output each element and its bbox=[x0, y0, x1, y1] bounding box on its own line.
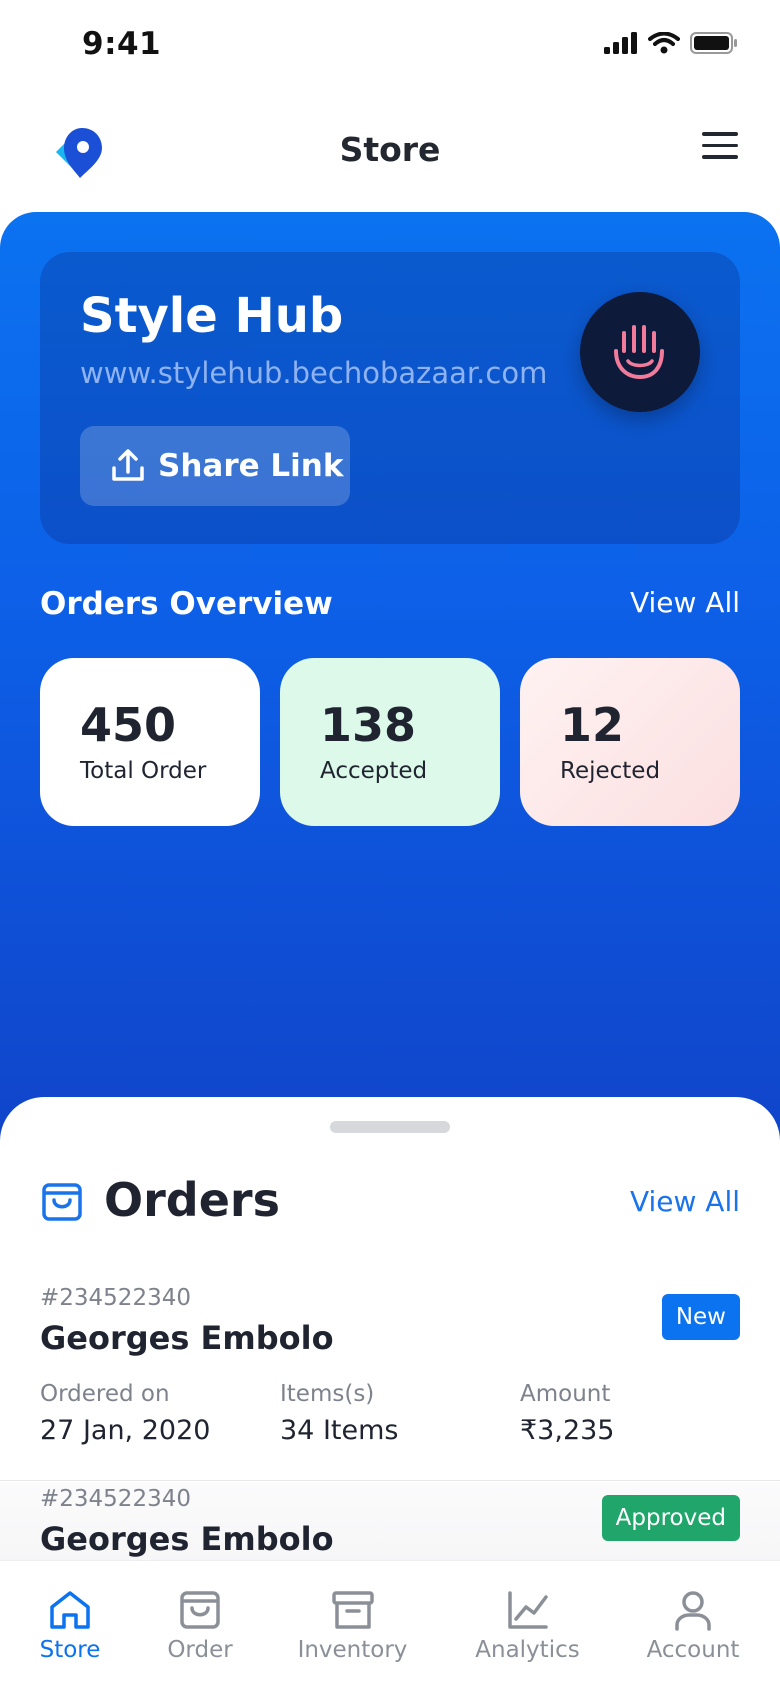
order-list-item[interactable]: #234522340 Georges Embolo New Ordered on… bbox=[0, 1281, 780, 1481]
signal-icon bbox=[604, 32, 637, 54]
nav-item-inventory[interactable]: Inventory bbox=[290, 1561, 415, 1688]
stat-card-rejected[interactable]: 12 Rejected bbox=[520, 658, 740, 826]
items-label: Items(s) bbox=[280, 1381, 375, 1407]
stat-value: 138 bbox=[320, 698, 417, 752]
overview-view-all-link[interactable]: View All bbox=[630, 586, 740, 619]
status-bar: 9:41 bbox=[0, 0, 780, 92]
nav-item-account[interactable]: Account bbox=[640, 1561, 746, 1688]
share-upload-icon bbox=[112, 449, 144, 481]
stat-card-accepted[interactable]: 138 Accepted bbox=[280, 658, 500, 826]
stat-card-total[interactable]: 450 Total Order bbox=[40, 658, 260, 826]
hamburger-icon bbox=[702, 132, 738, 136]
store-card: Style Hub www.stylehub.bechobazaar.com S… bbox=[40, 252, 740, 544]
store-url[interactable]: www.stylehub.bechobazaar.com bbox=[80, 356, 547, 390]
nav-item-store[interactable]: Store bbox=[30, 1561, 110, 1688]
menu-button[interactable] bbox=[702, 132, 738, 162]
shopping-bag-icon bbox=[42, 1183, 82, 1221]
order-customer-name: Georges Embolo bbox=[40, 1520, 334, 1558]
hand-logo-icon bbox=[614, 325, 664, 380]
status-badge-approved: Approved bbox=[601, 1495, 740, 1541]
order-customer-name: Georges Embolo bbox=[40, 1319, 334, 1357]
archive-icon bbox=[331, 1591, 374, 1629]
stat-value: 12 bbox=[560, 698, 625, 752]
nav-label: Order bbox=[167, 1637, 233, 1663]
share-link-label: Share Link bbox=[158, 448, 344, 484]
orders-title: Orders bbox=[104, 1173, 280, 1227]
store-hero: Style Hub www.stylehub.bechobazaar.com S… bbox=[0, 212, 780, 1152]
bag-icon bbox=[180, 1591, 220, 1629]
stat-label: Rejected bbox=[560, 758, 661, 784]
page-title: Store bbox=[339, 130, 441, 169]
bottom-nav: Store Order Inventory Analytics Account bbox=[0, 1560, 780, 1688]
nav-label: Analytics bbox=[475, 1637, 580, 1663]
nav-label: Store bbox=[39, 1637, 101, 1663]
orders-view-all-link[interactable]: View All bbox=[630, 1185, 740, 1218]
status-time: 9:41 bbox=[82, 26, 162, 62]
wifi-icon bbox=[648, 32, 680, 54]
battery-icon bbox=[690, 32, 737, 54]
status-badge-new: New bbox=[661, 1294, 740, 1340]
sheet-drag-handle[interactable] bbox=[330, 1121, 450, 1133]
status-icons bbox=[604, 32, 738, 54]
nav-label: Inventory bbox=[297, 1637, 408, 1663]
order-id: #234522340 bbox=[40, 1285, 191, 1311]
stat-value: 450 bbox=[80, 698, 177, 752]
ordered-on-value: 27 Jan, 2020 bbox=[40, 1415, 211, 1446]
chart-line-icon bbox=[507, 1591, 548, 1629]
store-avatar[interactable] bbox=[580, 292, 700, 412]
orders-overview-title: Orders Overview bbox=[40, 586, 333, 622]
ordered-on-label: Ordered on bbox=[40, 1381, 170, 1407]
order-id: #234522340 bbox=[40, 1486, 191, 1512]
share-link-button[interactable]: Share Link bbox=[80, 426, 350, 506]
store-name: Style Hub bbox=[80, 288, 344, 344]
stat-label: Accepted bbox=[320, 758, 428, 784]
items-value: 34 Items bbox=[280, 1415, 399, 1446]
stat-label: Total Order bbox=[80, 758, 207, 784]
amount-value: ₹3,235 bbox=[520, 1415, 615, 1446]
nav-label: Account bbox=[646, 1637, 740, 1663]
home-icon bbox=[50, 1591, 90, 1629]
app-header: Store bbox=[0, 100, 780, 200]
nav-item-analytics[interactable]: Analytics bbox=[465, 1561, 590, 1688]
nav-item-order[interactable]: Order bbox=[160, 1561, 240, 1688]
user-icon bbox=[675, 1591, 711, 1631]
amount-label: Amount bbox=[520, 1381, 611, 1407]
